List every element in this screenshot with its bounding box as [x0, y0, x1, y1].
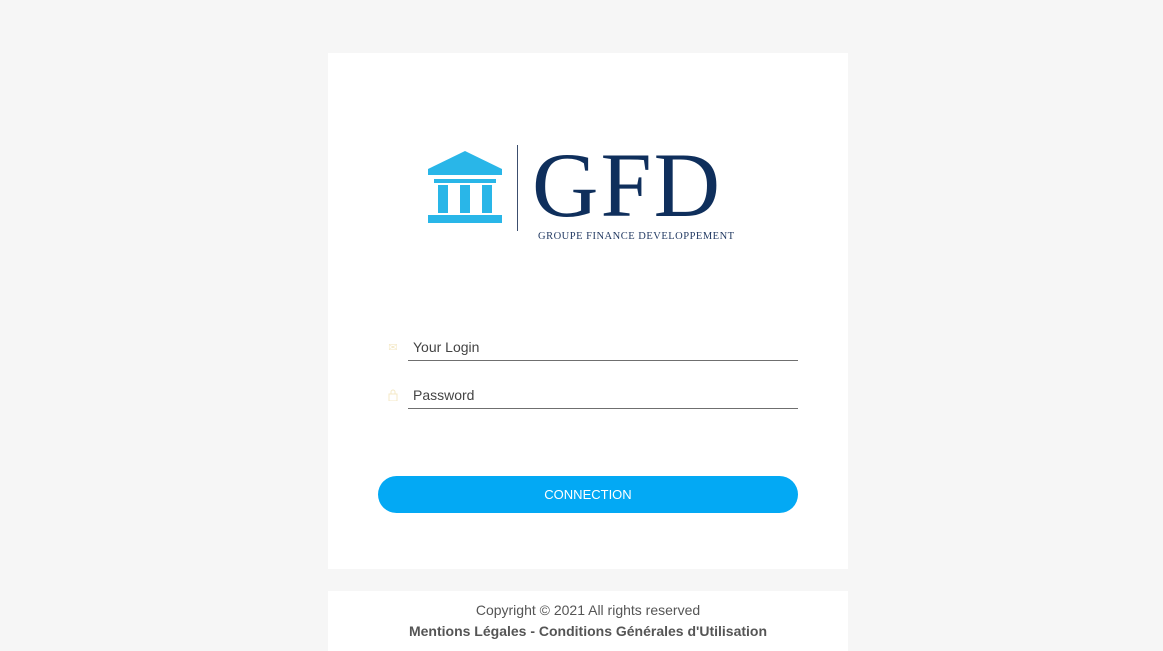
envelope-icon: ✉: [388, 342, 398, 354]
copyright-text: Copyright © 2021 All rights reserved: [475, 602, 701, 618]
footer: Copyright © 2021 All rights reserved Men…: [328, 591, 848, 651]
legal-notice-link[interactable]: Mentions Légales: [409, 623, 526, 639]
password-input[interactable]: [408, 381, 798, 409]
logo-divider: [517, 145, 518, 231]
logo-tagline: GROUPE FINANCE DEVELOPPEMENT: [538, 231, 735, 242]
footer-links: Mentions Légales - Conditions Générales …: [328, 622, 848, 640]
login-input[interactable]: [408, 333, 798, 361]
connection-button[interactable]: CONNECTION: [378, 476, 798, 513]
login-card: GFD GROUPE FINANCE DEVELOPPEMENT ✉ CONNE…: [328, 53, 848, 569]
bank-building-icon: [428, 151, 502, 223]
terms-link[interactable]: Conditions Générales d'Utilisation: [539, 623, 767, 639]
login-field: ✉: [378, 333, 798, 363]
logo-wordmark: GFD: [532, 134, 723, 236]
password-field: [378, 381, 798, 411]
gfd-logo: GFD GROUPE FINANCE DEVELOPPEMENT: [428, 139, 748, 248]
lock-icon: [386, 389, 400, 403]
footer-separator: -: [526, 623, 539, 639]
